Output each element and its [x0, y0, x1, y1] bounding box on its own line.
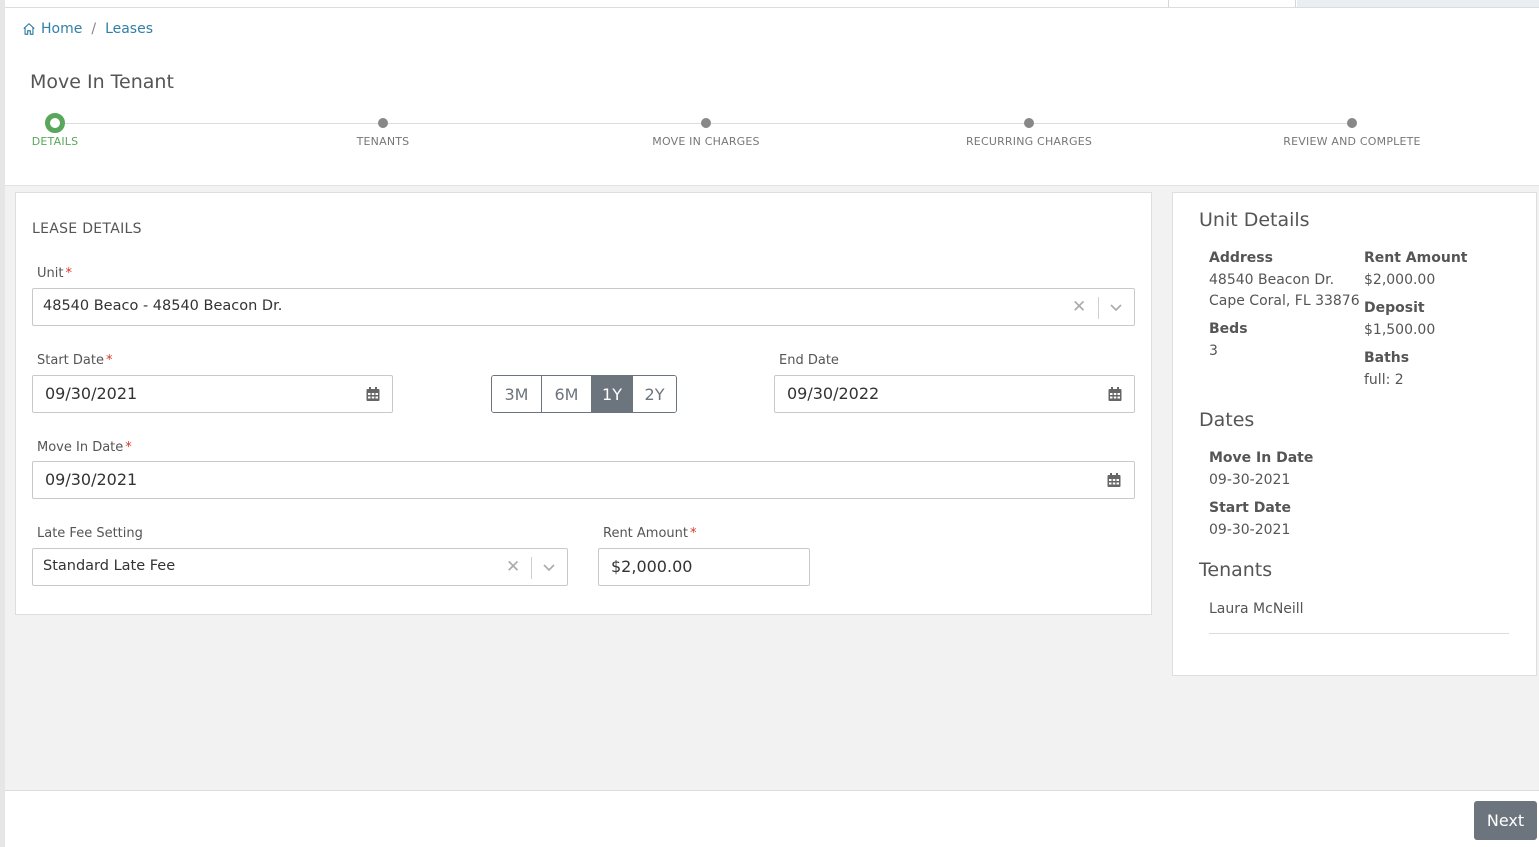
term-2y-button[interactable]: 2Y — [633, 376, 676, 412]
section-title: LEASE DETAILS — [32, 221, 142, 237]
address-line1: 48540 Beacon Dr. — [1209, 272, 1335, 288]
breadcrumb: Home / Leases — [22, 21, 153, 37]
rent-amount-value: $2,000.00 — [611, 557, 693, 576]
baths-label: Baths — [1364, 350, 1410, 366]
step-move-in-charges[interactable]: MOVE IN CHARGES — [606, 112, 806, 148]
step-label: TENANTS — [356, 135, 410, 148]
start-date-input[interactable]: 09/30/2021 — [32, 375, 393, 413]
calendar-icon[interactable] — [365, 386, 381, 402]
unit-select[interactable]: 48540 Beaco - 48540 Beacon Dr. ✕ — [32, 288, 1135, 326]
move-in-date-input[interactable]: 09/30/2021 — [32, 461, 1135, 499]
beds-value: 3 — [1209, 343, 1218, 359]
breadcrumb-separator: / — [91, 21, 97, 37]
step-recurring-charges[interactable]: RECURRING CHARGES — [929, 112, 1129, 148]
rent-amount-label: Rent Amount — [1364, 250, 1468, 266]
address-line2: Cape Coral, FL 33876 — [1209, 293, 1360, 309]
unit-select-value: 48540 Beaco - 48540 Beacon Dr. — [43, 298, 283, 314]
tenant-name: Laura McNeill — [1209, 601, 1304, 617]
page-title: Move In Tenant — [30, 71, 174, 93]
start-date-label: Start Date * — [37, 353, 112, 368]
term-3m-button[interactable]: 3M — [492, 376, 542, 412]
deposit-label: Deposit — [1364, 300, 1425, 316]
breadcrumb-leases-link[interactable]: Leases — [105, 21, 153, 37]
step-tenants[interactable]: TENANTS — [283, 112, 483, 148]
step-details[interactable]: DETAILS — [0, 112, 155, 148]
address-label: Address — [1209, 250, 1273, 266]
wizard-footer: Next — [5, 790, 1539, 847]
step-review-and-complete[interactable]: REVIEW AND COMPLETE — [1252, 112, 1452, 148]
step-dot — [1347, 118, 1357, 128]
step-dot — [378, 118, 388, 128]
step-label: MOVE IN CHARGES — [652, 135, 760, 148]
required-marker: * — [65, 266, 72, 281]
top-tab-1[interactable] — [1168, 0, 1296, 7]
breadcrumb-home-link[interactable]: Home — [41, 21, 82, 37]
start-date-value: 09/30/2021 — [45, 384, 138, 403]
step-label: DETAILS — [31, 135, 79, 148]
end-date-label: End Date — [779, 353, 839, 368]
home-icon[interactable] — [22, 22, 36, 36]
tenant-divider — [1209, 633, 1509, 634]
top-bar — [5, 0, 1539, 8]
required-marker: * — [690, 526, 697, 541]
move-in-date-value: 09/30/2021 — [45, 470, 138, 489]
start-date-label-text: Start Date — [37, 353, 104, 368]
page-header: Home / Leases Move In Tenant DETAILS TEN… — [5, 8, 1539, 186]
top-tab-2[interactable] — [1297, 0, 1539, 7]
required-marker: * — [125, 440, 132, 455]
clear-icon[interactable]: ✕ — [506, 557, 520, 577]
select-divider — [1098, 297, 1099, 319]
select-divider — [531, 557, 532, 579]
late-fee-label: Late Fee Setting — [37, 526, 143, 541]
wizard-stepper: DETAILS TENANTS MOVE IN CHARGES RECURRIN… — [5, 112, 1539, 162]
start-date-value: 09-30-2021 — [1209, 522, 1291, 538]
move-in-date-label: Move In Date — [1209, 450, 1314, 466]
move-in-date-label-text: Move In Date — [37, 440, 124, 455]
step-dot — [701, 118, 711, 128]
lease-details-card: LEASE DETAILS Unit * 48540 Beaco - 48540 … — [15, 192, 1152, 615]
step-active-dot — [45, 113, 65, 133]
rent-amount-value: $2,000.00 — [1364, 272, 1436, 288]
unit-details-panel: Unit Details Address 48540 Beacon Dr. Ca… — [1172, 192, 1537, 676]
clear-icon[interactable]: ✕ — [1072, 297, 1086, 317]
start-date-label: Start Date — [1209, 500, 1291, 516]
step-dot — [1024, 118, 1034, 128]
rent-amount-label-text: Rent Amount — [603, 526, 689, 541]
move-in-date-value: 09-30-2021 — [1209, 472, 1291, 488]
step-label: RECURRING CHARGES — [965, 135, 1093, 148]
beds-label: Beds — [1209, 321, 1248, 337]
unit-label-text: Unit — [37, 266, 64, 281]
deposit-value: $1,500.00 — [1364, 322, 1436, 338]
term-1y-button[interactable]: 1Y — [592, 376, 633, 412]
chevron-down-icon[interactable] — [1107, 298, 1125, 316]
end-date-value: 09/30/2022 — [787, 384, 880, 403]
step-label: REVIEW AND COMPLETE — [1283, 135, 1421, 148]
calendar-icon[interactable] — [1107, 386, 1123, 402]
term-6m-button[interactable]: 6M — [542, 376, 592, 412]
next-button[interactable]: Next — [1474, 801, 1537, 840]
move-in-date-label: Move In Date * — [37, 440, 132, 455]
late-fee-select[interactable]: Standard Late Fee ✕ — [32, 548, 568, 586]
late-fee-value: Standard Late Fee — [43, 558, 176, 574]
baths-value: full: 2 — [1364, 372, 1404, 388]
dates-heading: Dates — [1199, 409, 1255, 431]
tenants-heading: Tenants — [1199, 559, 1273, 581]
chevron-down-icon[interactable] — [540, 558, 558, 576]
calendar-icon[interactable] — [1106, 472, 1122, 488]
required-marker: * — [105, 353, 113, 368]
rent-amount-input[interactable]: $2,000.00 — [598, 548, 810, 586]
lease-term-button-group: 3M 6M 1Y 2Y — [491, 375, 677, 413]
unit-label: Unit * — [37, 266, 72, 281]
end-date-input[interactable]: 09/30/2022 — [774, 375, 1135, 413]
unit-details-heading: Unit Details — [1199, 209, 1310, 231]
rent-amount-label: Rent Amount * — [603, 526, 697, 541]
